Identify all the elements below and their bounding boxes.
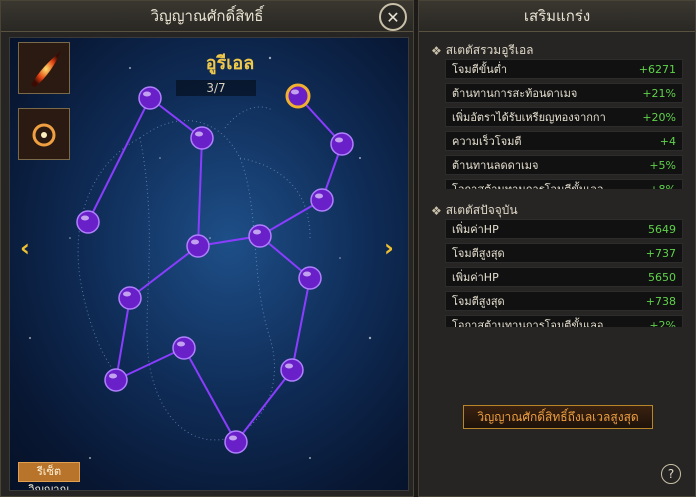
stat-row: เพิ่มค่าHP 5650: [445, 267, 683, 287]
stat-value: +20%: [642, 110, 676, 124]
golden-wings-icon[interactable]: [18, 108, 70, 160]
constellation-node[interactable]: [298, 266, 322, 290]
constellation-graph: [29, 56, 372, 459]
total-stats-header: ❖ สเตตัสรวมอูรีเอล: [431, 41, 534, 60]
constellation-node[interactable]: [224, 430, 248, 454]
stat-label: เพิ่มค่าHP: [452, 223, 499, 236]
constellation-edge: [129, 245, 199, 299]
node-highlight: [315, 193, 323, 199]
fire-feather-icon[interactable]: [18, 42, 70, 94]
wing-bullet-icon: ❖: [431, 43, 442, 58]
enhance-panel: เสริมแกร่ง ❖ สเตตัสรวมอูรีเอล โจมตีขั้นต…: [418, 0, 696, 497]
stat-value: +738: [645, 294, 676, 308]
constellation-edge: [115, 297, 131, 381]
constellation-node[interactable]: [104, 368, 128, 392]
node-highlight: [177, 341, 185, 347]
next-arrow-icon[interactable]: ›: [384, 234, 394, 262]
constellation-node[interactable]: [310, 188, 334, 212]
prev-arrow-icon[interactable]: ‹: [20, 234, 30, 262]
constellation-edge: [183, 347, 237, 443]
stat-label: โจมตีสูงสุด: [452, 247, 505, 260]
stat-row: ต้านทานลดดาเมจ +5%: [445, 155, 683, 175]
stat-label: เพิ่มอัตราได้รับเหรียญทองจากกา: [452, 111, 606, 124]
stat-value: +6271: [638, 62, 676, 76]
constellation-edge: [291, 277, 311, 371]
stat-label: โจมตีขั้นต่ำ: [452, 63, 508, 76]
stat-label: ต้านทานการสะท้อนดาเมจ: [452, 87, 578, 100]
wing-bullet-icon: ❖: [431, 203, 442, 218]
node-highlight: [291, 89, 299, 95]
enhance-title-bar: เสริมแกร่ง: [419, 1, 695, 32]
constellation-node[interactable]: [248, 224, 272, 248]
node-highlight: [229, 435, 237, 441]
stat-row: โจมตีขั้นต่ำ +6271: [445, 59, 683, 79]
node-highlight: [285, 363, 293, 369]
node-highlight: [109, 373, 117, 379]
stat-value: +737: [645, 246, 676, 260]
constellation-node[interactable]: [190, 126, 214, 150]
current-stats-list[interactable]: เพิ่มค่าHP 5649 โจมตีสูงสุด +737 เพิ่มค่าHP 5…: [445, 219, 683, 327]
stat-row: โอกาสต้านทานการโจมตีขั้นเลอ +2%: [445, 315, 683, 327]
constellation-view: อูรีเอล 3/7 ‹ › รีเซ็ตวิญญาณ: [9, 37, 409, 491]
help-icon[interactable]: ?: [661, 464, 681, 484]
stat-row: ความเร็วโจมตี +4: [445, 131, 683, 151]
constellation-node[interactable]: [330, 132, 354, 156]
node-highlight: [195, 131, 203, 137]
node-highlight: [303, 271, 311, 277]
total-stats-title: สเตตัสรวมอูรีเอล: [445, 43, 534, 57]
stat-label: ต้านทานลดดาเมจ: [452, 159, 539, 172]
panel-title-bar: วิญญาณศักดิ์สิทธิ์: [1, 1, 413, 32]
node-highlight: [191, 239, 199, 245]
total-stats-list[interactable]: โจมตีขั้นต่ำ +6271 ต้านทานการสะท้อนดาเมจ +2…: [445, 59, 683, 189]
constellation-name: อูรีเอล: [205, 53, 255, 74]
enhance-title: เสริมแกร่ง: [523, 7, 591, 25]
current-stats-header: ❖ สเตตัสปัจจุบัน: [431, 201, 518, 220]
stat-row: เพิ่มค่าHP 5649: [445, 219, 683, 239]
stat-value: +8%: [649, 182, 676, 190]
node-highlight: [123, 291, 131, 297]
current-stats-title: สเตตัสปัจจุบัน: [445, 203, 518, 217]
spirit-panel: วิญญาณศักดิ์สิทธิ์ ✕ อูรีเอล 3/7 ‹ › รีเ…: [0, 0, 414, 497]
constellation-progress: 3/7: [176, 80, 256, 96]
constellation-node[interactable]: [138, 86, 162, 110]
stat-value: 5650: [648, 270, 676, 284]
constellation-node[interactable]: [118, 286, 142, 310]
stat-value: 5649: [648, 222, 676, 236]
close-icon[interactable]: ✕: [379, 3, 407, 31]
constellation-nodes: [76, 83, 354, 454]
constellation-node[interactable]: [172, 336, 196, 360]
stat-row: เพิ่มอัตราได้รับเหรียญทองจากกา +20%: [445, 107, 683, 127]
panel-title: วิญญาณศักดิ์สิทธิ์: [150, 7, 264, 25]
max-level-button[interactable]: วิญญาณศักดิ์สิทธิ์ถึงเลเวลสูงสุด: [463, 405, 653, 429]
constellation-node[interactable]: [76, 210, 100, 234]
stat-value: +21%: [642, 86, 676, 100]
node-highlight: [335, 137, 343, 143]
stat-value: +4: [659, 134, 676, 148]
stat-label: โอกาสต้านทานการโจมตีขั้นเลอ: [452, 319, 604, 327]
node-highlight: [253, 229, 261, 235]
constellation-edge: [197, 137, 203, 247]
stat-value: +5%: [649, 158, 676, 172]
constellation-node[interactable]: [186, 234, 210, 258]
stat-row: โจมตีสูงสุด +737: [445, 243, 683, 263]
reset-spirit-button[interactable]: รีเซ็ตวิญญาณ: [18, 462, 80, 490]
stat-row: โอกาสต้านทานการโจมตีขั้นเลอ +8%: [445, 179, 683, 189]
stat-label: เพิ่มค่าHP: [452, 271, 499, 284]
stat-row: ต้านทานการสะท้อนดาเมจ +21%: [445, 83, 683, 103]
node-highlight: [81, 215, 89, 221]
stat-label: ความเร็วโจมตี: [452, 135, 522, 148]
constellation-edge: [235, 369, 293, 443]
stat-label: โจมตีสูงสุด: [452, 295, 505, 308]
stat-value: +2%: [649, 318, 676, 328]
node-highlight: [143, 91, 151, 97]
constellation-edge: [87, 97, 151, 223]
constellation-node-active[interactable]: [285, 83, 311, 109]
stat-label: โอกาสต้านทานการโจมตีขั้นเลอ: [452, 180, 604, 189]
star-field: [29, 56, 372, 459]
constellation-node[interactable]: [280, 358, 304, 382]
stat-row: โจมตีสูงสุด +738: [445, 291, 683, 311]
